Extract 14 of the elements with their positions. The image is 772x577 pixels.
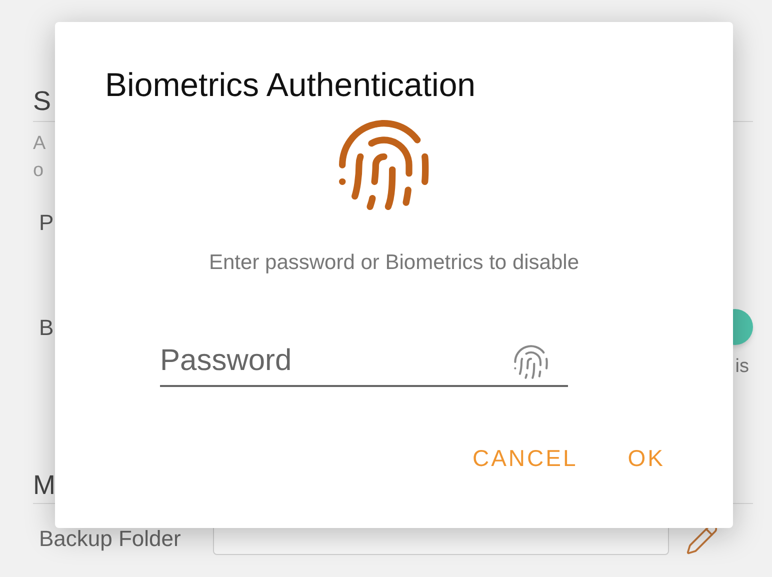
fingerprint-icon[interactable]	[512, 342, 550, 380]
dialog-message: Enter password or Biometrics to disable	[209, 250, 579, 276]
setting-label: P	[39, 209, 54, 237]
dialog-title: Biometrics Authentication	[105, 68, 476, 101]
description-text: o	[33, 159, 44, 183]
section-heading: M	[33, 472, 56, 502]
field-label: Backup Folder	[39, 525, 181, 553]
dialog-button[interactable]: CANCEL	[470, 440, 580, 475]
password-field[interactable]: Password	[160, 336, 568, 386]
setting-note: is	[735, 355, 749, 379]
section-heading: S	[33, 88, 52, 118]
setting-label: B	[39, 314, 54, 342]
description-text: A	[33, 132, 46, 156]
dialog-button[interactable]: OK	[626, 440, 667, 475]
